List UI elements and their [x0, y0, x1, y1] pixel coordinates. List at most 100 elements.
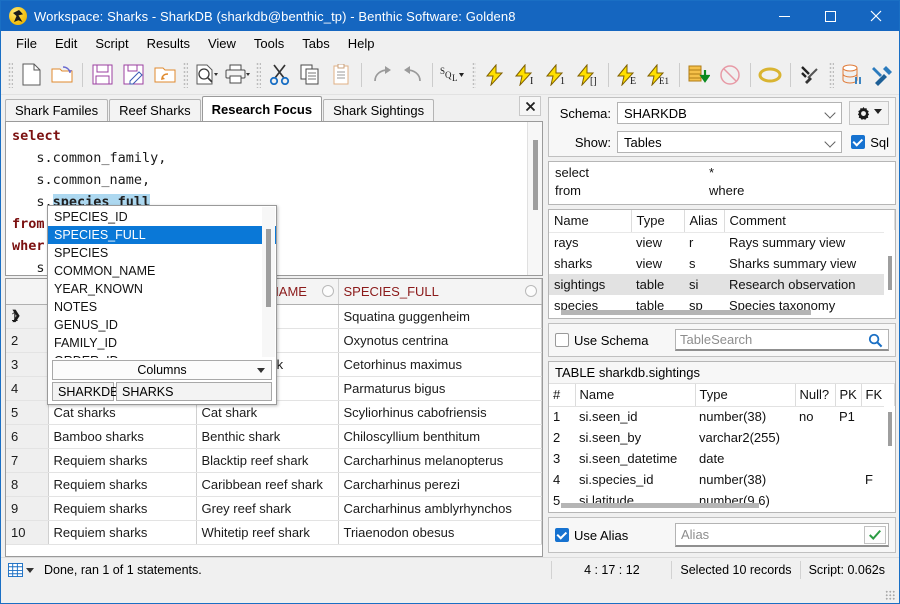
toolbar-grip-2[interactable]: [183, 61, 189, 88]
list-item[interactable]: 1 si.seen_id number(38) no P1: [549, 406, 895, 427]
table-row[interactable]: 6 Bamboo sharks Benthic shark Chiloscyll…: [6, 424, 542, 449]
autocomplete-list[interactable]: SPECIES_ID SPECIES_FULL SPECIES COMMON_N…: [48, 206, 276, 358]
row-number[interactable]: 10: [6, 520, 49, 545]
row-number[interactable]: 4: [6, 376, 49, 401]
execute-brackets-icon[interactable]: []: [573, 58, 604, 92]
list-item[interactable]: 4 si.species_id number(38) F: [549, 469, 895, 490]
editor-scrollbar[interactable]: [527, 122, 542, 275]
execute-e-icon[interactable]: E: [613, 58, 644, 92]
list-item[interactable]: sharks view s Sharks summary view: [549, 253, 895, 274]
schema-dropdown[interactable]: SHARKDB: [617, 102, 842, 124]
cell-species-full[interactable]: Scyliorhinus cabofriensis: [338, 400, 542, 425]
close-tab-button[interactable]: [519, 96, 541, 116]
menu-file[interactable]: File: [7, 33, 46, 54]
toolbar-grip-4[interactable]: [471, 61, 477, 88]
cell-species-full[interactable]: Carcharhinus amblyrhynchos: [338, 496, 542, 521]
list-item[interactable]: 2 si.seen_by varchar2(255): [549, 427, 895, 448]
gear-dropdown-arrow-icon[interactable]: [874, 108, 882, 118]
col-header-fk[interactable]: FK: [861, 384, 895, 407]
cell-species-full[interactable]: Oxynotus centrina: [338, 328, 542, 353]
autocomplete-item[interactable]: SPECIES_ID: [48, 208, 276, 226]
list-item-selected[interactable]: sightings table si Research observation: [549, 274, 895, 295]
toolbar-grip[interactable]: [8, 61, 13, 88]
autocomplete-popup[interactable]: SPECIES_ID SPECIES_FULL SPECIES COMMON_N…: [47, 205, 277, 405]
table-list-scrollbar[interactable]: [884, 230, 895, 308]
search-icon[interactable]: [868, 333, 883, 351]
filter-circle-icon[interactable]: [525, 285, 537, 297]
row-number[interactable]: ❯ 1: [6, 304, 49, 329]
use-schema-checkbox-box[interactable]: [555, 333, 569, 347]
commit-icon[interactable]: [684, 58, 715, 92]
tab-shark-sightings[interactable]: Shark Sightings: [323, 99, 435, 121]
column-details-scrollbar[interactable]: [884, 406, 895, 500]
show-dropdown[interactable]: Tables: [617, 131, 843, 153]
clear-icon[interactable]: [795, 58, 826, 92]
autocomplete-scrollbar-thumb[interactable]: [266, 229, 271, 307]
cell-species-full[interactable]: Parmaturus bigus: [338, 376, 542, 401]
list-item[interactable]: rays view r Rays summary view: [549, 232, 895, 253]
menu-edit[interactable]: Edit: [46, 33, 86, 54]
table-row[interactable]: 10 Requiem sharks Whitetip reef shark Tr…: [6, 520, 542, 545]
grid-icon[interactable]: [1, 562, 40, 577]
column-details-scrollbar-thumb[interactable]: [888, 412, 892, 446]
settings-button[interactable]: [849, 101, 889, 125]
column-details-hscrollbar[interactable]: [561, 503, 881, 510]
col-header-name[interactable]: Name: [575, 384, 696, 407]
menu-results[interactable]: Results: [138, 33, 199, 54]
menu-view[interactable]: View: [199, 33, 245, 54]
tab-shark-familes[interactable]: Shark Familes: [5, 99, 109, 121]
table-list-hscrollbar-thumb[interactable]: [561, 310, 811, 315]
cut-icon[interactable]: [264, 58, 295, 92]
paste-icon[interactable]: [326, 58, 357, 92]
menu-tabs[interactable]: Tabs: [293, 33, 338, 54]
cell-species-full[interactable]: Triaenodon obesus: [338, 520, 542, 545]
table-row[interactable]: 7 Requiem sharks Blacktip reef shark Car…: [6, 448, 542, 473]
autocomplete-item[interactable]: SPECIES: [48, 244, 276, 262]
revert-icon[interactable]: [149, 58, 180, 92]
table-list-header-type[interactable]: Type: [631, 210, 685, 233]
table-list-header-alias[interactable]: Alias: [684, 210, 725, 233]
results-header-species-full[interactable]: SPECIES_FULL: [338, 279, 542, 305]
autocomplete-scrollbar[interactable]: [262, 207, 275, 357]
row-number[interactable]: 6: [6, 424, 49, 449]
table-list-hscrollbar[interactable]: [561, 310, 881, 317]
menu-tools[interactable]: Tools: [245, 33, 293, 54]
new-document-icon[interactable]: [16, 58, 47, 92]
filter-circle-icon[interactable]: [321, 285, 334, 297]
maximize-button[interactable]: [807, 1, 853, 31]
cell-species-full[interactable]: Chiloscyllium benthitum: [338, 424, 542, 449]
table-row[interactable]: 9 Requiem sharks Grey reef shark Carchar…: [6, 496, 542, 521]
column-details-panel[interactable]: TABLE sharkdb.sightings # Name Type Null…: [548, 361, 896, 513]
cell-common-family[interactable]: Requiem sharks: [48, 472, 197, 497]
sql-checkbox[interactable]: Sql: [851, 135, 889, 150]
editor-scrollbar-thumb[interactable]: [533, 140, 538, 210]
copy-icon[interactable]: [295, 58, 326, 92]
col-header-pk[interactable]: PK: [835, 384, 862, 407]
column-details-hscrollbar-thumb[interactable]: [561, 503, 760, 508]
menu-help[interactable]: Help: [339, 33, 384, 54]
database-tools-icon[interactable]: [837, 58, 868, 92]
cell-species-full[interactable]: Carcharhinus perezi: [338, 472, 542, 497]
cell-common-family[interactable]: Bamboo sharks: [48, 424, 197, 449]
cell-common-name[interactable]: Whitetip reef shark: [196, 520, 339, 545]
use-alias-checkbox[interactable]: Use Alias: [555, 528, 675, 543]
close-button[interactable]: [853, 1, 899, 31]
print-icon[interactable]: [222, 58, 253, 92]
execute-into-icon[interactable]: I: [510, 58, 541, 92]
sql-options-icon[interactable]: SQL: [437, 58, 468, 92]
resize-grip[interactable]: [885, 590, 895, 600]
use-schema-checkbox[interactable]: Use Schema: [555, 333, 675, 348]
alias-input[interactable]: Alias: [675, 523, 889, 547]
tab-reef-sharks[interactable]: Reef Sharks: [109, 99, 201, 121]
preferences-icon[interactable]: [868, 58, 899, 92]
cell-species-full[interactable]: Squatina guggenheim: [338, 304, 542, 329]
col-header-null[interactable]: Null?: [795, 384, 836, 407]
cell-common-family[interactable]: Requiem sharks: [48, 448, 197, 473]
cell-common-family[interactable]: Requiem sharks: [48, 520, 197, 545]
toolbar-grip-5[interactable]: [829, 61, 834, 88]
save-icon[interactable]: [87, 58, 118, 92]
results-header-rownum[interactable]: [6, 279, 49, 305]
table-list[interactable]: Name Type Alias Comment rays view r Rays…: [548, 209, 896, 319]
ring-icon[interactable]: [755, 58, 786, 92]
row-number[interactable]: 9: [6, 496, 49, 521]
